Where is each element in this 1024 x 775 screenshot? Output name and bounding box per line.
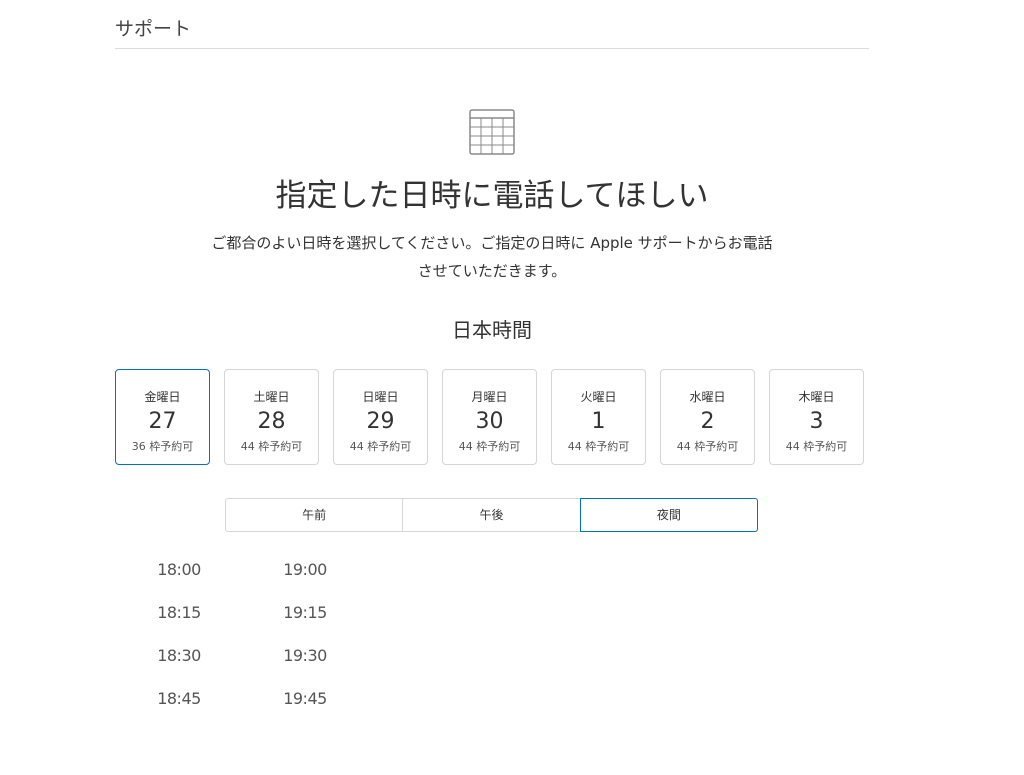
time-slot[interactable]: 18:00 <box>149 560 209 603</box>
date-day: 1 <box>591 409 606 434</box>
time-column-19: 19:00 19:15 19:30 19:45 <box>275 560 335 732</box>
date-availability: 36 枠予約可 <box>131 440 194 453</box>
time-slot[interactable]: 19:00 <box>275 560 335 603</box>
date-day: 30 <box>475 409 504 434</box>
time-slot[interactable]: 19:30 <box>275 646 335 689</box>
calendar-grid-icon <box>469 109 515 155</box>
date-availability: 44 枠予約可 <box>240 440 303 453</box>
time-slot[interactable]: 19:45 <box>275 689 335 732</box>
time-slot[interactable]: 19:15 <box>275 603 335 646</box>
date-availability: 44 枠予約可 <box>458 440 521 453</box>
date-day: 3 <box>809 409 824 434</box>
date-card-3[interactable]: 木曜日 3 44 枠予約可 <box>769 369 864 465</box>
date-availability: 44 枠予約可 <box>567 440 630 453</box>
date-card-1[interactable]: 火曜日 1 44 枠予約可 <box>551 369 646 465</box>
date-availability: 44 枠予約可 <box>349 440 412 453</box>
period-tabs: 午前 午後 夜間 <box>225 498 758 532</box>
tab-afternoon[interactable]: 午後 <box>402 498 581 532</box>
date-weekday: 月曜日 <box>471 390 508 404</box>
date-weekday: 木曜日 <box>798 390 835 404</box>
date-weekday: 日曜日 <box>362 390 399 404</box>
tab-evening[interactable]: 夜間 <box>579 498 758 532</box>
time-slot[interactable]: 18:45 <box>149 689 209 732</box>
date-day: 27 <box>148 409 177 434</box>
description-line-1: ご都合のよい日時を選択してください。ご指定の日時に Apple サポートからお電… <box>211 234 773 252</box>
date-weekday: 水曜日 <box>689 390 726 404</box>
date-weekday: 火曜日 <box>580 390 617 404</box>
date-card-2[interactable]: 水曜日 2 44 枠予約可 <box>660 369 755 465</box>
date-availability: 44 枠予約可 <box>676 440 739 453</box>
support-title[interactable]: サポート <box>115 18 191 40</box>
date-card-27[interactable]: 金曜日 27 36 枠予約可 <box>115 369 210 465</box>
date-card-28[interactable]: 土曜日 28 44 枠予約可 <box>224 369 319 465</box>
description-line-2: させていただきます。 <box>417 262 567 280</box>
date-day: 2 <box>700 409 715 434</box>
date-availability: 44 枠予約可 <box>785 440 848 453</box>
time-slot[interactable]: 18:30 <box>149 646 209 689</box>
date-selector: 金曜日 27 36 枠予約可 土曜日 28 44 枠予約可 日曜日 29 44 … <box>115 369 864 465</box>
time-column-18: 18:00 18:15 18:30 18:45 <box>149 560 209 732</box>
time-slot[interactable]: 18:15 <box>149 603 209 646</box>
date-card-29[interactable]: 日曜日 29 44 枠予約可 <box>333 369 428 465</box>
date-weekday: 土曜日 <box>253 390 290 404</box>
timezone-label: 日本時間 <box>452 318 532 342</box>
date-day: 29 <box>366 409 395 434</box>
date-weekday: 金曜日 <box>144 390 181 404</box>
tab-morning[interactable]: 午前 <box>225 498 404 532</box>
date-card-30[interactable]: 月曜日 30 44 枠予約可 <box>442 369 537 465</box>
page-title: 指定した日時に電話してほしい <box>275 178 709 214</box>
page-description: ご都合のよい日時を選択してください。ご指定の日時に Apple サポートからお電… <box>190 229 794 285</box>
date-day: 28 <box>257 409 286 434</box>
support-header: サポート <box>115 14 869 49</box>
